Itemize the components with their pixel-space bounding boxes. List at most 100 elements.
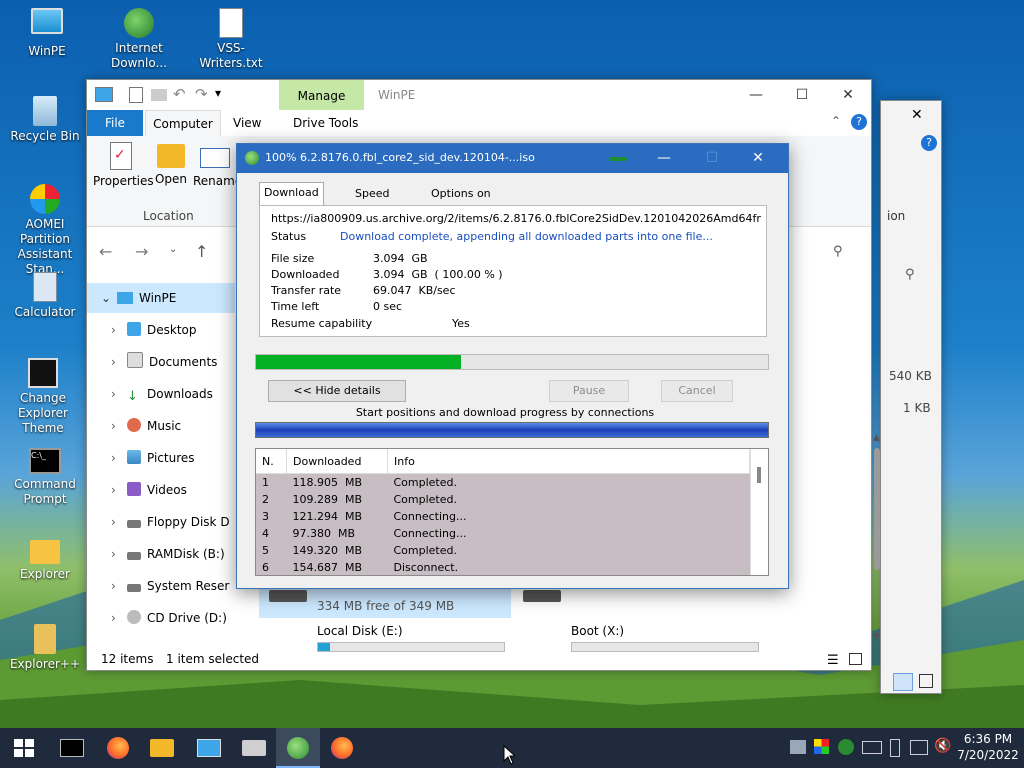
- tray-clock[interactable]: 6:36 PM 7/20/2022: [956, 731, 1020, 763]
- tab-view[interactable]: View: [233, 110, 261, 136]
- table-row[interactable]: 1 118.905 MB Completed.: [256, 473, 750, 491]
- forward-button[interactable]: →: [135, 242, 148, 261]
- desktop-icon-calculator[interactable]: Calculator: [6, 272, 84, 320]
- new-folder-icon[interactable]: [151, 89, 167, 101]
- taskbar-file-explorer[interactable]: [148, 734, 176, 762]
- taskbar-winpe[interactable]: [194, 734, 222, 762]
- desktop-icon-explorer[interactable]: Explorer: [6, 540, 84, 582]
- drive-label-boot-x[interactable]: Boot (X:): [571, 624, 624, 638]
- close-icon[interactable]: ✕: [911, 107, 923, 123]
- details-view-icon[interactable]: ☰: [827, 653, 839, 668]
- help-icon[interactable]: ?: [851, 114, 867, 130]
- undo-icon[interactable]: ↶: [173, 85, 186, 103]
- idm-maximize-button[interactable]: ☐: [689, 144, 735, 173]
- tray-usb-icon[interactable]: [890, 739, 900, 757]
- nav-item-downloads[interactable]: › ↓ Downloads: [111, 379, 213, 409]
- tab-options-on-completion[interactable]: Options on completion: [427, 184, 496, 220]
- desktop-icon-winpe[interactable]: WinPE: [8, 8, 86, 59]
- manage-tab[interactable]: Manage: [279, 80, 364, 110]
- drive-label-local-e[interactable]: Local Disk (E:): [317, 624, 403, 638]
- table-row[interactable]: 3 121.294 MB Connecting...: [256, 508, 750, 525]
- column-header-downloaded[interactable]: Downloaded: [286, 449, 388, 474]
- connections-table[interactable]: N. Downloaded Info 1 118.905 MB Completed.…: [255, 448, 769, 576]
- pause-button[interactable]: Pause: [549, 380, 629, 402]
- tab-computer[interactable]: Computer: [145, 110, 221, 137]
- tray-network-wired-icon[interactable]: [910, 740, 928, 755]
- tray-idm-icon[interactable]: [838, 739, 854, 755]
- idm-download-dialog[interactable]: 100% 6.2.8176.0.fbl_core2_sid_dev.120104…: [236, 143, 789, 589]
- nav-item-floppy[interactable]: › Floppy Disk D: [111, 507, 230, 537]
- open-button[interactable]: Open: [153, 142, 189, 186]
- column-header-n[interactable]: N.: [256, 449, 287, 474]
- nav-item-desktop[interactable]: › Desktop: [111, 315, 197, 345]
- tab-file[interactable]: File: [87, 110, 143, 136]
- up-button[interactable]: ↑: [195, 242, 208, 261]
- table-row[interactable]: 2 109.289 MB Completed.: [256, 491, 750, 508]
- desktop-icon-explorerpp[interactable]: Explorer++: [6, 624, 84, 672]
- table-row[interactable]: 5 149.320 MB Completed.: [256, 542, 750, 559]
- search-icon[interactable]: ⚲: [905, 267, 915, 282]
- desktop-icon-idm[interactable]: Internet Downlo...: [100, 8, 178, 71]
- taskbar-printer[interactable]: [240, 734, 268, 762]
- help-icon[interactable]: ?: [921, 135, 937, 151]
- taskbar-idm-active[interactable]: [276, 728, 320, 768]
- taskbar-firefox[interactable]: [104, 734, 132, 762]
- explorer-title-bar[interactable]: ↶ ↷ ▾ Manage WinPE — ☐ ✕: [87, 80, 871, 110]
- desktop-icon-recycle-bin[interactable]: Recycle Bin: [6, 96, 84, 144]
- scroll-down-icon[interactable]: ▼: [873, 632, 880, 642]
- column-header-info[interactable]: Info: [387, 449, 750, 474]
- list-view-icon[interactable]: [893, 673, 913, 691]
- properties-icon[interactable]: [129, 87, 143, 103]
- redo-icon[interactable]: ↷: [195, 85, 208, 103]
- nav-item-system-reserved[interactable]: › System Reser: [111, 571, 229, 601]
- close-button[interactable]: ✕: [825, 80, 871, 110]
- recent-locations-icon[interactable]: ⌄: [169, 244, 177, 255]
- idm-title-bar[interactable]: 100% 6.2.8176.0.fbl_core2_sid_dev.120104…: [237, 144, 788, 173]
- tray-keyboard-icon[interactable]: [862, 741, 882, 754]
- hide-details-button[interactable]: << Hide details: [268, 380, 406, 402]
- collapse-ribbon-icon[interactable]: ⌃: [831, 114, 841, 128]
- minimize-button[interactable]: —: [733, 80, 779, 110]
- nav-item-winpe[interactable]: ⌄ WinPE: [87, 283, 235, 313]
- tray-network-icon[interactable]: [790, 740, 806, 754]
- cancel-button[interactable]: Cancel: [661, 380, 733, 402]
- tiles-view-icon[interactable]: [919, 674, 933, 688]
- background-explorer-window[interactable]: ✕ ? ion ⚲ 540 KB 1 KB: [880, 100, 942, 694]
- desktop-icon-command-prompt[interactable]: C:\_ Command Prompt: [6, 448, 84, 507]
- nav-item-cd-drive[interactable]: › CD Drive (D:): [111, 603, 227, 633]
- tab-speed-limiter[interactable]: Speed Limiter: [351, 184, 398, 220]
- nav-item-label: Music: [147, 419, 182, 433]
- desktop-icon-label: WinPE: [28, 44, 66, 58]
- table-scrollbar[interactable]: [750, 449, 768, 575]
- nav-item-pictures[interactable]: › Pictures: [111, 443, 195, 473]
- nav-item-ramdisk[interactable]: › RAMDisk (B:): [111, 539, 225, 569]
- tray-volume-muted-icon[interactable]: 🔇: [934, 738, 951, 754]
- start-button[interactable]: [10, 734, 38, 762]
- large-icons-view-icon[interactable]: [849, 653, 862, 665]
- tab-drive-tools[interactable]: Drive Tools: [293, 110, 358, 136]
- table-row[interactable]: 6 154.687 MB Disconnect.: [256, 559, 750, 575]
- idm-close-button[interactable]: ✕: [735, 144, 781, 173]
- cell-n: 4: [256, 525, 287, 542]
- rename-button[interactable]: Rename: [193, 142, 242, 188]
- scroll-up-icon[interactable]: ▲: [873, 433, 880, 443]
- tray-color-icon[interactable]: [814, 739, 829, 754]
- customize-toolbar-icon[interactable]: ▾: [215, 86, 221, 100]
- desktop-icon-aomei[interactable]: AOMEI Partition Assistant Stan...: [6, 184, 84, 277]
- maximize-button[interactable]: ☐: [779, 80, 825, 110]
- idm-minimize-button[interactable]: —: [641, 144, 687, 173]
- taskbar-command-prompt[interactable]: [58, 734, 86, 762]
- scrollbar-thumb[interactable]: [757, 467, 761, 483]
- nav-item-music[interactable]: › Music: [111, 411, 181, 441]
- desktop-icon-change-theme[interactable]: Change Explorer Theme: [4, 358, 82, 436]
- desktop-icon-vss-writers[interactable]: VSS-Writers.txt: [192, 8, 270, 71]
- scrollbar-thumb[interactable]: [874, 448, 880, 570]
- back-button[interactable]: ←: [99, 242, 112, 261]
- nav-item-videos[interactable]: › Videos: [111, 475, 187, 505]
- properties-button[interactable]: ✓ Properties: [93, 142, 154, 188]
- taskbar-firefox-2[interactable]: [328, 734, 356, 762]
- tab-download-status[interactable]: Download status: [259, 182, 324, 219]
- nav-item-documents[interactable]: › Documents: [111, 347, 217, 377]
- table-row[interactable]: 4 97.380 MB Connecting...: [256, 525, 750, 542]
- search-icon[interactable]: ⚲: [833, 244, 843, 259]
